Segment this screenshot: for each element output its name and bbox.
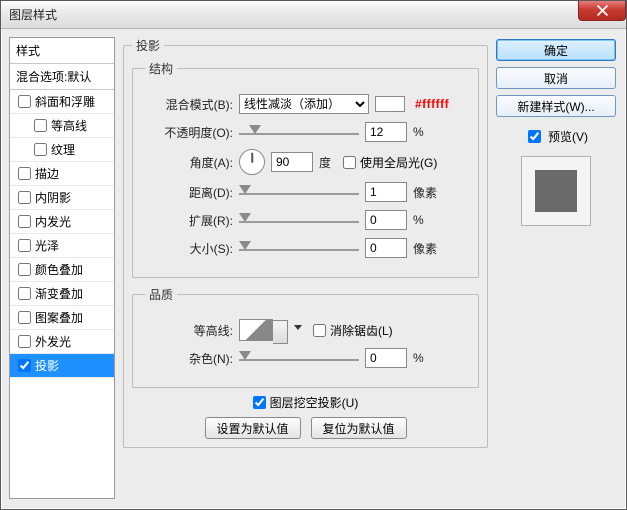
angle-input[interactable]	[271, 152, 313, 172]
style-label: 光泽	[35, 237, 59, 254]
angle-label: 角度(A):	[145, 154, 233, 171]
size-unit: 像素	[413, 240, 437, 257]
style-label: 颜色叠加	[35, 261, 83, 278]
style-row-3[interactable]: 描边	[10, 162, 114, 186]
style-checkbox[interactable]	[18, 191, 31, 204]
styles-list: 样式 混合选项:默认 斜面和浮雕等高线纹理描边内阴影内发光光泽颜色叠加渐变叠加图…	[9, 37, 115, 499]
style-label: 内发光	[35, 213, 71, 230]
style-row-2[interactable]: 纹理	[10, 138, 114, 162]
opacity-unit: %	[413, 125, 424, 139]
quality-legend: 品质	[145, 286, 177, 303]
style-row-0[interactable]: 斜面和浮雕	[10, 90, 114, 114]
right-panel: 确定 取消 新建样式(W)... 预览(V)	[496, 37, 616, 499]
distance-input[interactable]	[365, 182, 407, 202]
style-row-5[interactable]: 内发光	[10, 210, 114, 234]
distance-label: 距离(D):	[145, 184, 233, 201]
style-row-11[interactable]: 投影	[10, 354, 114, 378]
opacity-slider[interactable]	[239, 125, 359, 139]
spread-input[interactable]	[365, 210, 407, 230]
structure-legend: 结构	[145, 60, 177, 77]
style-label: 图案叠加	[35, 309, 83, 326]
style-row-6[interactable]: 光泽	[10, 234, 114, 258]
antialias-checkbox[interactable]: 消除锯齿(L)	[313, 322, 393, 339]
opacity-input[interactable]	[365, 122, 407, 142]
style-checkbox[interactable]	[34, 119, 47, 132]
style-checkbox[interactable]	[18, 95, 31, 108]
distance-unit: 像素	[413, 184, 437, 201]
spread-label: 扩展(R):	[145, 212, 233, 229]
style-checkbox[interactable]	[34, 143, 47, 156]
titlebar: 图层样式	[1, 1, 626, 29]
contour-picker[interactable]	[239, 319, 289, 341]
noise-slider[interactable]	[239, 351, 359, 365]
style-row-8[interactable]: 渐变叠加	[10, 282, 114, 306]
style-checkbox[interactable]	[18, 263, 31, 276]
close-icon	[597, 5, 608, 16]
style-checkbox[interactable]	[18, 287, 31, 300]
blend-mode-select[interactable]: 线性减淡（添加）	[239, 94, 369, 114]
preview-checkbox[interactable]: 预览(V)	[496, 127, 616, 146]
noise-input[interactable]	[365, 348, 407, 368]
style-label: 投影	[35, 357, 59, 374]
style-row-4[interactable]: 内阴影	[10, 186, 114, 210]
spread-slider[interactable]	[239, 213, 359, 227]
close-button[interactable]	[578, 1, 626, 21]
style-row-7[interactable]: 颜色叠加	[10, 258, 114, 282]
style-label: 描边	[35, 165, 59, 182]
style-row-10[interactable]: 外发光	[10, 330, 114, 354]
quality-fieldset: 品质 等高线: 消除锯齿(L) 杂色(N):	[132, 286, 479, 388]
preview-thumbnail	[521, 156, 591, 226]
structure-fieldset: 结构 混合模式(B): 线性减淡（添加） #ffffff 不透明度(O):	[132, 60, 479, 278]
set-default-button[interactable]: 设置为默认值	[205, 417, 301, 439]
size-label: 大小(S):	[145, 240, 233, 257]
preview-swatch	[535, 170, 577, 212]
cancel-button[interactable]: 取消	[496, 67, 616, 89]
angle-unit: 度	[319, 154, 331, 171]
styles-header[interactable]: 样式	[10, 38, 114, 64]
window-title: 图层样式	[9, 6, 57, 23]
dialog-body: 样式 混合选项:默认 斜面和浮雕等高线纹理描边内阴影内发光光泽颜色叠加渐变叠加图…	[1, 29, 626, 509]
chevron-down-icon	[294, 325, 302, 330]
size-slider[interactable]	[239, 241, 359, 255]
ok-button[interactable]: 确定	[496, 39, 616, 61]
layer-style-dialog: 图层样式 样式 混合选项:默认 斜面和浮雕等高线纹理描边内阴影内发光光泽颜色叠加…	[0, 0, 627, 510]
reset-default-button[interactable]: 复位为默认值	[311, 417, 407, 439]
center-panel: 投影 结构 混合模式(B): 线性减淡（添加） #ffffff 不透明度(O):	[123, 37, 488, 499]
style-label: 渐变叠加	[35, 285, 83, 302]
contour-label: 等高线:	[145, 322, 233, 339]
style-checkbox[interactable]	[18, 335, 31, 348]
style-checkbox[interactable]	[18, 167, 31, 180]
distance-slider[interactable]	[239, 185, 359, 199]
style-label: 纹理	[51, 141, 75, 158]
color-swatch[interactable]	[375, 96, 405, 112]
color-hex: #ffffff	[415, 97, 449, 111]
noise-unit: %	[413, 351, 424, 365]
angle-dial[interactable]	[239, 149, 265, 175]
style-label: 等高线	[51, 117, 87, 134]
main-fieldset: 投影 结构 混合模式(B): 线性减淡（添加） #ffffff 不透明度(O):	[123, 37, 488, 448]
style-row-9[interactable]: 图案叠加	[10, 306, 114, 330]
style-checkbox[interactable]	[18, 239, 31, 252]
blend-options-row[interactable]: 混合选项:默认	[10, 64, 114, 90]
main-legend: 投影	[132, 37, 164, 54]
style-checkbox[interactable]	[18, 311, 31, 324]
spread-unit: %	[413, 213, 424, 227]
blend-mode-label: 混合模式(B):	[145, 96, 233, 113]
opacity-label: 不透明度(O):	[145, 124, 233, 141]
style-label: 斜面和浮雕	[35, 93, 95, 110]
style-checkbox[interactable]	[18, 215, 31, 228]
knockout-checkbox[interactable]: 图层挖空投影(U)	[253, 394, 359, 411]
global-light-checkbox[interactable]: 使用全局光(G)	[343, 154, 437, 171]
size-input[interactable]	[365, 238, 407, 258]
contour-icon	[239, 319, 273, 341]
style-row-1[interactable]: 等高线	[10, 114, 114, 138]
new-style-button[interactable]: 新建样式(W)...	[496, 95, 616, 117]
style-label: 内阴影	[35, 189, 71, 206]
style-label: 外发光	[35, 333, 71, 350]
noise-label: 杂色(N):	[145, 350, 233, 367]
style-checkbox[interactable]	[18, 359, 31, 372]
